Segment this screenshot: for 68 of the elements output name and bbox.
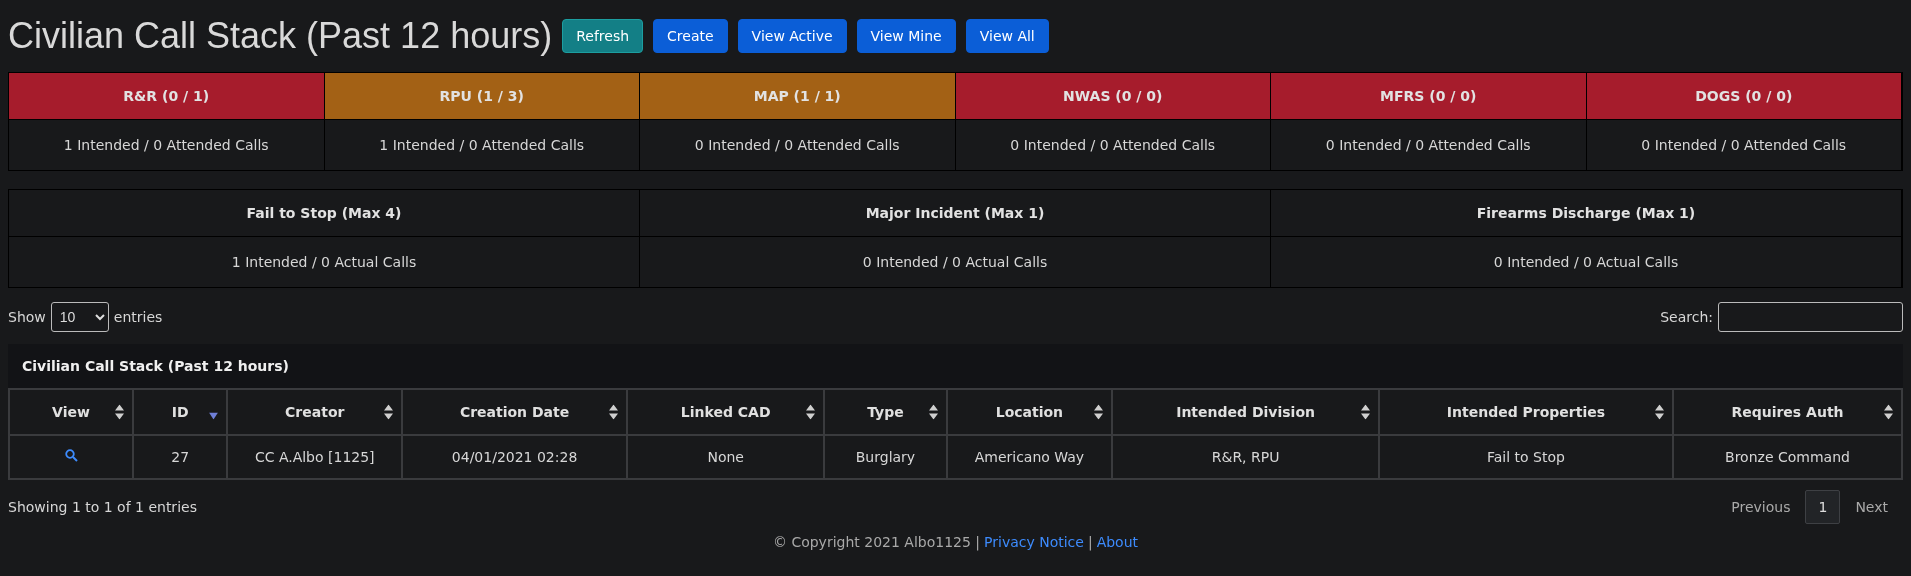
page-title: Civilian Call Stack (Past 12 hours) bbox=[8, 15, 553, 57]
pagination-link[interactable]: Previous bbox=[1716, 490, 1806, 524]
entries-info: Showing 1 to 1 of 1 entries bbox=[8, 499, 197, 515]
column-header[interactable]: View bbox=[9, 389, 133, 435]
sort-icon[interactable] bbox=[1360, 404, 1370, 420]
column-header[interactable]: Type bbox=[824, 389, 947, 435]
column-header[interactable]: Intended Properties bbox=[1378, 389, 1673, 435]
sort-icon[interactable] bbox=[1884, 404, 1893, 420]
division-summary: 0 Intended / 0 Attended Calls bbox=[1586, 120, 1902, 170]
division-summary: 0 Intended / 0 Attended Calls bbox=[1271, 120, 1587, 170]
division-header: MAP (1 / 1) bbox=[640, 73, 956, 120]
sort-icon[interactable] bbox=[115, 404, 124, 420]
column-header[interactable]: Intended Division bbox=[1112, 389, 1379, 435]
about-link[interactable]: About bbox=[1096, 534, 1139, 550]
action-button[interactable]: View Active bbox=[737, 19, 847, 53]
action-button[interactable]: View All bbox=[965, 19, 1049, 53]
table-cell: R&R, RPU bbox=[1112, 435, 1379, 479]
separator-text: | bbox=[1087, 534, 1093, 550]
division-header: RPU (1 / 3) bbox=[324, 73, 640, 120]
column-header[interactable]: Creation Date bbox=[402, 389, 628, 435]
sort-descending-icon[interactable] bbox=[209, 412, 219, 419]
division-summary: 1 Intended / 0 Attended Calls bbox=[9, 120, 325, 170]
property-header: Firearms Discharge (Max 1) bbox=[1271, 190, 1902, 237]
table-cell: 27 bbox=[133, 435, 228, 479]
column-header[interactable]: Requires Auth bbox=[1672, 389, 1902, 435]
column-header[interactable]: Linked CAD bbox=[627, 389, 825, 435]
property-header: Major Incident (Max 1) bbox=[640, 190, 1271, 237]
column-header[interactable]: Location bbox=[946, 389, 1113, 435]
pagination-link[interactable]: Next bbox=[1840, 490, 1903, 524]
table-cell: 04/01/2021 02:28 bbox=[402, 435, 628, 479]
property-summary: 1 Intended / 0 Actual Calls bbox=[9, 237, 640, 287]
copyright-text: © Copyright 2021 Albo1125 | bbox=[772, 534, 981, 550]
action-button[interactable]: Refresh bbox=[562, 19, 644, 53]
sort-icon[interactable] bbox=[1094, 404, 1104, 420]
division-summary: 0 Intended / 0 Attended Calls bbox=[640, 120, 956, 170]
property-header: Fail to Stop (Max 4) bbox=[9, 190, 640, 237]
division-header: R&R (0 / 1) bbox=[9, 73, 325, 120]
property-summary: 0 Intended / 0 Actual Calls bbox=[1271, 237, 1902, 287]
table-cell: Fail to Stop bbox=[1378, 435, 1673, 479]
sort-icon[interactable] bbox=[806, 404, 816, 420]
division-header: MFRS (0 / 0) bbox=[1271, 73, 1587, 120]
sort-icon[interactable] bbox=[928, 404, 938, 420]
sort-icon[interactable] bbox=[609, 404, 619, 420]
table-cell: Americano Way bbox=[946, 435, 1113, 479]
action-button[interactable]: View Mine bbox=[856, 19, 956, 53]
search-icon[interactable] bbox=[64, 449, 78, 462]
entries-select[interactable]: 10 bbox=[50, 302, 109, 332]
show-label: Show bbox=[8, 309, 46, 325]
table-cell: CC A.Albo [1125] bbox=[227, 435, 403, 479]
sort-icon[interactable] bbox=[1654, 404, 1664, 420]
property-summary: 0 Intended / 0 Actual Calls bbox=[640, 237, 1271, 287]
table-caption: Civilian Call Stack (Past 12 hours) bbox=[21, 357, 290, 376]
table-cell: Bronze Command bbox=[1672, 435, 1902, 479]
division-header: NWAS (0 / 0) bbox=[955, 73, 1271, 120]
search-label: Search: bbox=[1660, 309, 1713, 325]
page-link[interactable]: 1 bbox=[1805, 490, 1841, 524]
division-header: DOGS (0 / 0) bbox=[1586, 73, 1902, 120]
division-summary: 0 Intended / 0 Attended Calls bbox=[955, 120, 1271, 170]
column-header[interactable]: ID bbox=[133, 389, 228, 435]
search-field[interactable] bbox=[1718, 302, 1903, 332]
division-summary: 1 Intended / 0 Attended Calls bbox=[324, 120, 640, 170]
action-button[interactable]: Create bbox=[653, 19, 728, 53]
privacy-link[interactable]: Privacy Notice bbox=[984, 534, 1084, 550]
table-cell: None bbox=[627, 435, 825, 479]
sort-icon[interactable] bbox=[384, 404, 394, 420]
entries-label: entries bbox=[113, 309, 163, 325]
table-cell: Burglary bbox=[824, 435, 947, 479]
column-header[interactable]: Creator bbox=[227, 389, 403, 435]
